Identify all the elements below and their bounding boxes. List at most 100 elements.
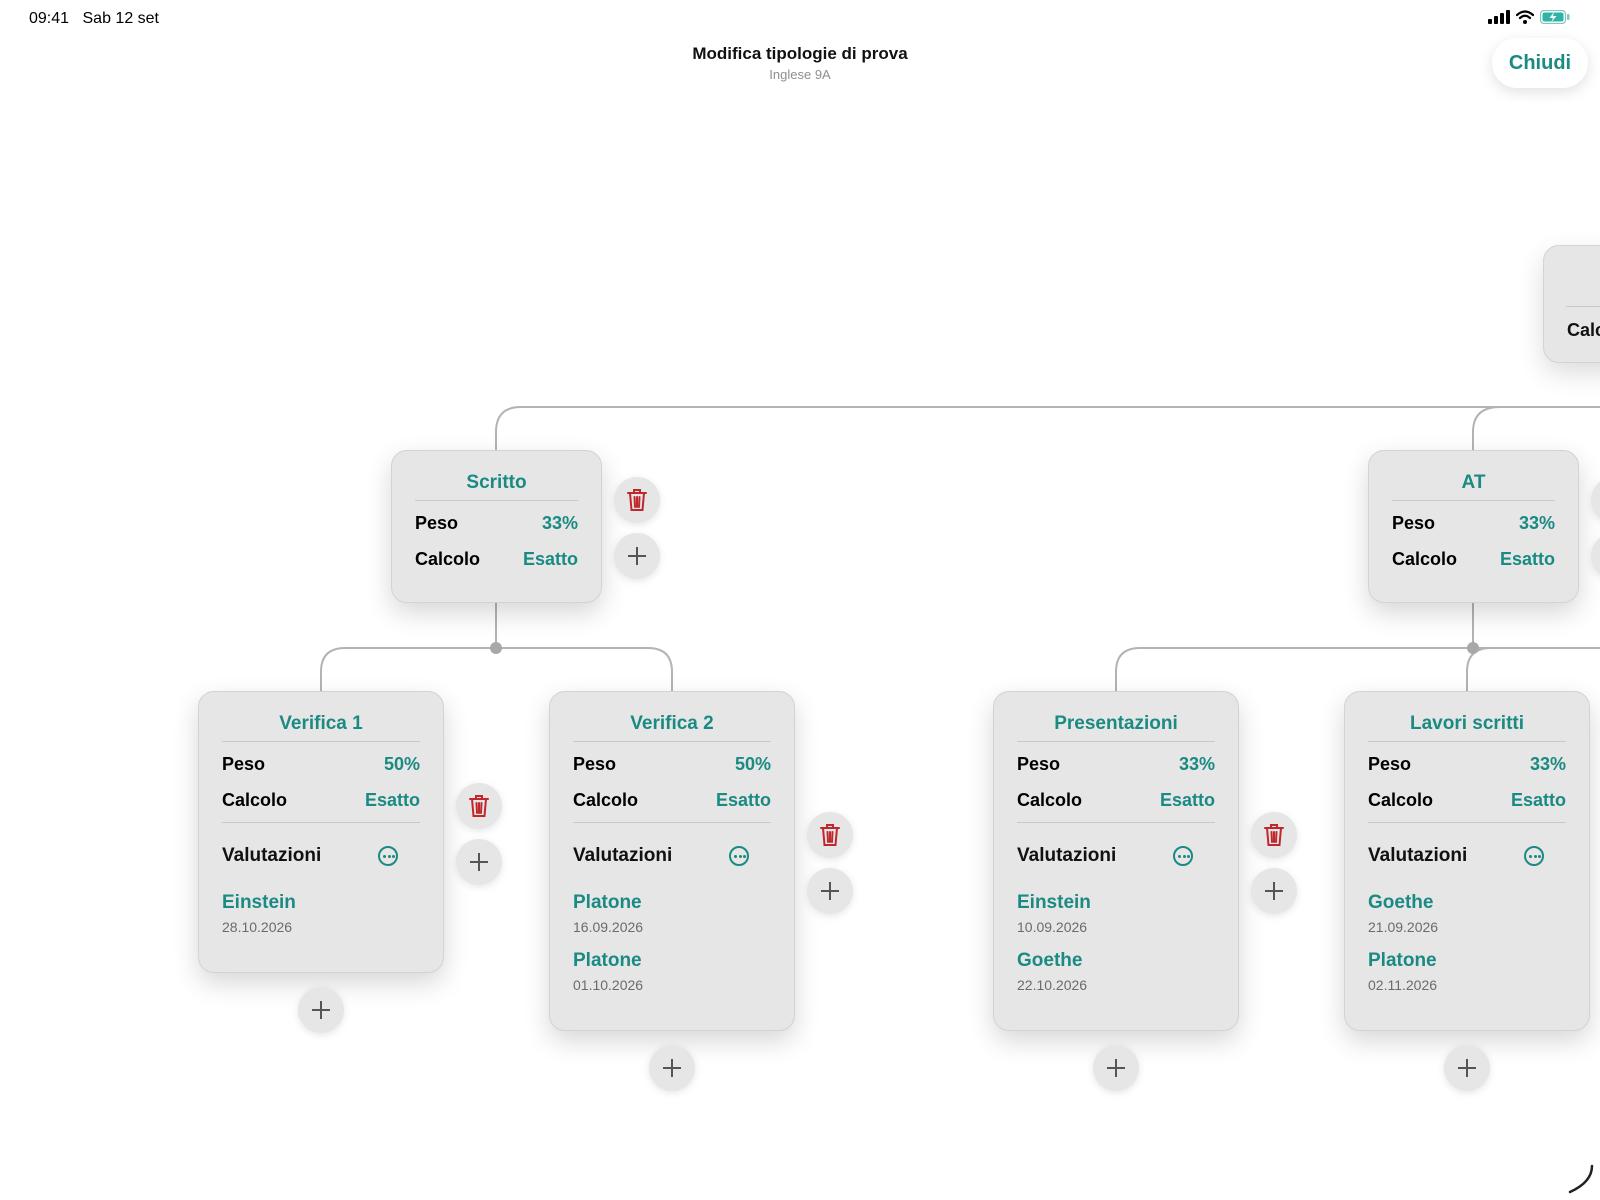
more-options-icon[interactable]: [1173, 846, 1193, 866]
grade-entry[interactable]: Platone 16.09.2026: [573, 889, 771, 947]
weight-label: Peso: [415, 512, 459, 533]
plus-icon: [821, 882, 839, 900]
grade-date: 28.10.2026: [222, 919, 293, 935]
plus-icon: [1107, 1059, 1125, 1077]
delete-test-button[interactable]: [456, 783, 502, 829]
weight-value[interactable]: 50%: [384, 754, 420, 775]
add-sibling-button[interactable]: [456, 839, 502, 885]
calc-value[interactable]: Esatto: [1160, 790, 1215, 811]
add-grade-button[interactable]: [1093, 1045, 1139, 1091]
weight-row[interactable]: Peso 33%: [1368, 746, 1566, 782]
grade-date: 01.10.2026: [573, 977, 644, 993]
grade-name[interactable]: Einstein: [222, 889, 420, 917]
weight-value[interactable]: 33%: [1519, 513, 1555, 534]
trash-icon: [469, 795, 489, 817]
test-card-lavori-scritti[interactable]: Lavori scritti Peso 33% Calcolo Esatto Val…: [1344, 691, 1590, 1031]
weight-label: Peso: [222, 753, 266, 774]
grade-name[interactable]: Goethe: [1017, 947, 1215, 975]
delete-test-button[interactable]: [807, 812, 853, 858]
group-card-scritto[interactable]: Scritto Peso 33% Calcolo Esatto: [391, 450, 602, 603]
test-title[interactable]: Presentazioni: [1017, 707, 1215, 742]
group-title[interactable]: Scritto: [415, 466, 578, 501]
add-grade-button[interactable]: [649, 1045, 695, 1091]
weight-value[interactable]: 33%: [1530, 754, 1566, 775]
grades-label: Valutazioni: [573, 845, 673, 866]
weight-row[interactable]: Peso 50%: [222, 746, 420, 782]
grade-name[interactable]: Platone: [573, 947, 771, 975]
grade-date: 21.09.2026: [1368, 919, 1439, 935]
add-sibling-button[interactable]: [807, 868, 853, 914]
grades-label: Valutazioni: [1017, 845, 1117, 866]
plus-icon: [1265, 882, 1283, 900]
grade-date: 22.10.2026: [1017, 977, 1088, 993]
test-title[interactable]: Lavori scritti: [1368, 707, 1566, 742]
calc-label: Calcolo: [573, 789, 639, 810]
grade-name[interactable]: Platone: [573, 889, 771, 917]
grade-entry[interactable]: Einstein 10.09.2026: [1017, 889, 1215, 947]
calc-label: Calcolo: [222, 789, 288, 810]
calc-row[interactable]: Calcolo Esatto: [1392, 541, 1555, 577]
grade-entry[interactable]: Platone 02.11.2026: [1368, 947, 1566, 1005]
weight-label: Peso: [1392, 512, 1436, 533]
test-card-presentazioni[interactable]: Presentazioni Peso 33% Calcolo Esatto Valu…: [993, 691, 1239, 1031]
grade-name[interactable]: Goethe: [1368, 889, 1566, 917]
trash-icon: [820, 824, 840, 846]
weight-value[interactable]: 50%: [735, 754, 771, 775]
grade-name[interactable]: Platone: [1368, 947, 1566, 975]
weight-row[interactable]: Peso 50%: [573, 746, 771, 782]
more-options-icon[interactable]: [729, 846, 749, 866]
delete-group-button[interactable]: [614, 477, 660, 523]
weight-label: Peso: [1368, 753, 1412, 774]
calc-row[interactable]: Calcolo Esatto: [573, 782, 771, 818]
calc-value[interactable]: Esatto: [1500, 549, 1555, 570]
test-card-verifica-1[interactable]: Verifica 1 Peso 50% Calcolo Esatto Valutaz…: [198, 691, 444, 973]
weight-row[interactable]: Peso 33%: [415, 505, 578, 541]
group-card-at[interactable]: AT Peso 33% Calcolo Esatto: [1368, 450, 1579, 603]
test-title[interactable]: Verifica 1: [222, 707, 420, 742]
grade-entry[interactable]: Goethe 22.10.2026: [1017, 947, 1215, 1005]
grade-entry[interactable]: Einstein 28.10.2026: [222, 889, 420, 947]
weight-row[interactable]: Peso 33%: [1017, 746, 1215, 782]
trash-icon: [627, 489, 647, 511]
add-grade-button[interactable]: [298, 987, 344, 1033]
grades-label: Valutazioni: [1368, 845, 1468, 866]
grades-label: Valutazioni: [222, 845, 322, 866]
grade-date: 02.11.2026: [1368, 977, 1438, 993]
plus-icon: [628, 547, 646, 565]
calc-value[interactable]: Esatto: [716, 790, 771, 811]
calc-row[interactable]: Calcolo Esatto: [1368, 782, 1566, 818]
plus-icon: [1458, 1059, 1476, 1077]
plus-icon: [312, 1001, 330, 1019]
add-grade-button[interactable]: [1444, 1045, 1490, 1091]
grade-name[interactable]: Einstein: [1017, 889, 1215, 917]
more-options-icon[interactable]: [378, 846, 398, 866]
add-sibling-button[interactable]: [1251, 868, 1297, 914]
calc-label: Calcolo: [1368, 789, 1434, 810]
trash-icon: [1264, 824, 1284, 846]
grade-date: 10.09.2026: [1017, 919, 1088, 935]
weight-value[interactable]: 33%: [1179, 754, 1215, 775]
calc-row[interactable]: Calcolo Esatto: [222, 782, 420, 818]
weight-value[interactable]: 33%: [542, 513, 578, 534]
group-title[interactable]: AT: [1392, 466, 1555, 501]
grade-date: 16.09.2026: [573, 919, 644, 935]
weight-row[interactable]: Peso 33%: [1392, 505, 1555, 541]
more-options-icon[interactable]: [1524, 846, 1544, 866]
grade-entry[interactable]: Goethe 21.09.2026: [1368, 889, 1566, 947]
root-card-partial[interactable]: Calc: [1543, 245, 1600, 363]
root-calc-label: Calc: [1567, 320, 1600, 340]
plus-icon: [663, 1059, 681, 1077]
test-title[interactable]: Verifica 2: [573, 707, 771, 742]
test-card-verifica-2[interactable]: Verifica 2 Peso 50% Calcolo Esatto Valutaz…: [549, 691, 795, 1031]
calc-label: Calcolo: [1392, 548, 1458, 569]
calc-value[interactable]: Esatto: [365, 790, 420, 811]
calc-row[interactable]: Calcolo Esatto: [1017, 782, 1215, 818]
calc-row[interactable]: Calcolo Esatto: [415, 541, 578, 577]
add-child-button[interactable]: [614, 533, 660, 579]
calc-label: Calcolo: [415, 548, 481, 569]
delete-test-button[interactable]: [1251, 812, 1297, 858]
calc-value[interactable]: Esatto: [1511, 790, 1566, 811]
weight-label: Peso: [1017, 753, 1061, 774]
calc-value[interactable]: Esatto: [523, 549, 578, 570]
grade-entry[interactable]: Platone 01.10.2026: [573, 947, 771, 1005]
